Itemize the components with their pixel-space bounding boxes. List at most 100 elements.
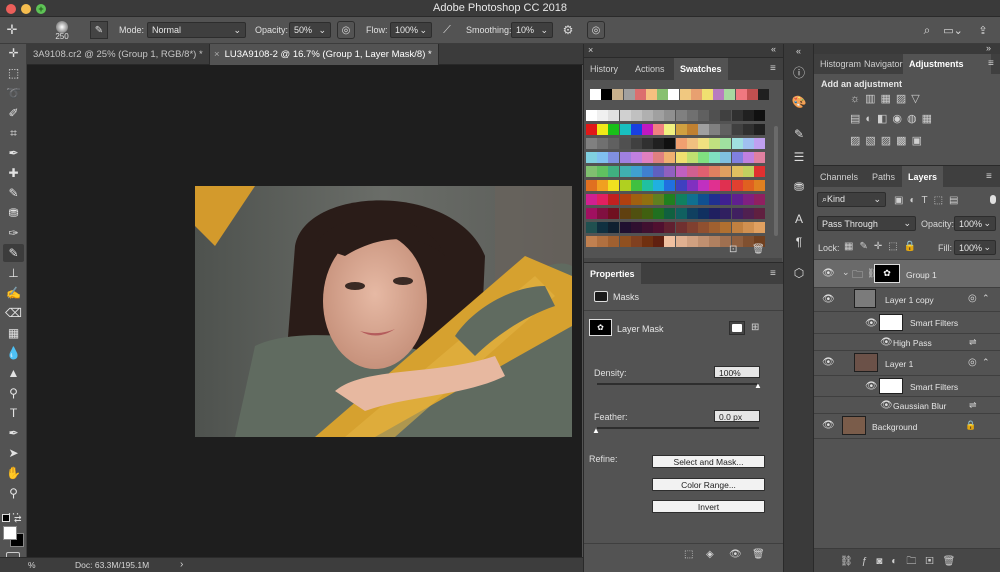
swatch[interactable] <box>698 138 709 149</box>
layer-mask-thumbnail[interactable]: ✿ <box>589 319 612 336</box>
swatch[interactable] <box>679 89 691 100</box>
swatch[interactable] <box>586 152 597 163</box>
swatch[interactable] <box>597 194 609 205</box>
swatch[interactable] <box>642 194 653 205</box>
swatch[interactable] <box>619 124 631 135</box>
chevron-down-icon[interactable]: ⌄ <box>842 267 850 278</box>
zoom-tool-icon[interactable]: ⚲ <box>3 484 24 502</box>
clone-source-icon[interactable]: ⛃ <box>789 177 809 197</box>
color-icon[interactable]: 🎨 <box>789 92 809 112</box>
tab-navigator[interactable]: Navigator <box>858 54 903 74</box>
character-icon[interactable]: A <box>789 209 809 229</box>
swatch[interactable] <box>709 194 721 205</box>
tab-swatches[interactable]: Swatches <box>674 58 728 80</box>
apply-mask-icon[interactable]: ◈ <box>706 549 714 560</box>
swatch[interactable] <box>742 124 754 135</box>
swatch[interactable] <box>664 166 676 177</box>
swatch[interactable] <box>720 180 732 191</box>
swatch[interactable] <box>597 222 609 233</box>
swatch[interactable] <box>630 110 642 121</box>
swatch[interactable] <box>642 110 653 121</box>
swatch[interactable] <box>686 138 698 149</box>
filter-type-icons[interactable]: ▣◐T⬚▤ <box>894 195 965 206</box>
swatch[interactable] <box>675 236 687 247</box>
swatch[interactable] <box>586 166 597 177</box>
brush-settings-icon[interactable]: ✎ <box>90 21 108 39</box>
visibility-icon[interactable]: 👁 <box>729 549 742 560</box>
adjustment-icons-row-3[interactable]: ▨▧▨▩▣ <box>850 134 927 147</box>
adjustment-icons-row-1[interactable]: ☼▥▦▨▽ <box>850 92 925 105</box>
filter-kind-dropdown[interactable]: ⌕Kind ⌄ <box>817 192 886 207</box>
share-icon[interactable]: ⇪ <box>974 21 992 39</box>
swatch[interactable] <box>597 124 609 135</box>
eraser-tool-icon[interactable]: ⌫ <box>3 304 24 322</box>
swatch[interactable] <box>742 166 754 177</box>
info-icon[interactable]: ⓘ <box>789 62 809 82</box>
swatch[interactable] <box>709 208 721 219</box>
swatch[interactable] <box>709 166 721 177</box>
visibility-eye-icon[interactable]: 👁 <box>865 381 878 392</box>
swatch[interactable] <box>586 222 597 233</box>
swatch[interactable] <box>653 194 665 205</box>
swatch[interactable] <box>720 138 732 149</box>
swatch[interactable] <box>642 124 653 135</box>
swatch[interactable] <box>608 138 620 149</box>
type-tool-icon[interactable]: T <box>3 404 24 422</box>
paragraph-icon[interactable]: ¶ <box>789 232 809 252</box>
lock-icons[interactable]: ▦✎✛⬚🔒 <box>844 241 922 252</box>
layer-row-background[interactable]: 👁 Background 🔒 <box>814 414 1000 439</box>
swatch[interactable] <box>731 194 743 205</box>
swatch[interactable] <box>619 152 631 163</box>
swatch[interactable] <box>698 166 709 177</box>
tab-actions[interactable]: Actions <box>629 58 671 80</box>
swatch[interactable] <box>657 89 669 100</box>
swatch[interactable] <box>709 138 721 149</box>
swatch[interactable] <box>630 166 642 177</box>
visibility-eye-icon[interactable]: 👁 <box>822 268 835 279</box>
swatch[interactable] <box>675 208 687 219</box>
swatch[interactable] <box>702 89 713 100</box>
swatch[interactable] <box>675 194 687 205</box>
swatch[interactable] <box>619 208 631 219</box>
swatch[interactable] <box>675 152 687 163</box>
swatch[interactable] <box>754 110 765 121</box>
swatch[interactable] <box>664 180 676 191</box>
workspace-icon[interactable]: ▭⌄ <box>942 21 964 39</box>
swatch[interactable] <box>675 138 687 149</box>
swatch[interactable] <box>653 222 665 233</box>
path-select-tool-icon[interactable]: ➤ <box>3 444 24 462</box>
swatch[interactable] <box>754 138 765 149</box>
healing-brush-tool-icon[interactable]: ✚ <box>3 164 24 182</box>
swatch[interactable] <box>754 180 765 191</box>
swatch[interactable] <box>623 89 635 100</box>
zoom-level[interactable]: % <box>28 560 36 570</box>
density-input[interactable]: 100% <box>714 366 760 378</box>
chevron-up-icon[interactable]: ⌃ <box>982 293 990 304</box>
panel-menu-icon[interactable]: ≡ <box>988 58 994 69</box>
pen-tool-icon[interactable]: ✒ <box>3 424 24 442</box>
swatch[interactable] <box>664 152 676 163</box>
swatch[interactable] <box>664 222 676 233</box>
swatch[interactable] <box>619 222 631 233</box>
swatch[interactable] <box>664 236 676 247</box>
swatch[interactable] <box>619 110 631 121</box>
swatch[interactable] <box>686 194 698 205</box>
opacity-field[interactable]: 50% ⌄ <box>289 22 331 38</box>
swatch[interactable] <box>653 166 665 177</box>
default-colors-icon[interactable] <box>2 514 10 522</box>
swatch[interactable] <box>731 180 743 191</box>
new-swatch-icon[interactable]: ⊡ <box>729 244 737 255</box>
swatch[interactable] <box>709 124 721 135</box>
swatch[interactable] <box>754 208 765 219</box>
sharpen-tool-icon[interactable]: ▲ <box>3 364 24 382</box>
swatch[interactable] <box>731 166 743 177</box>
panel-menu-icon[interactable]: ≡ <box>770 63 776 74</box>
swatch[interactable] <box>608 124 620 135</box>
swatch[interactable] <box>731 222 743 233</box>
swatch[interactable] <box>709 152 721 163</box>
swatch[interactable] <box>597 110 609 121</box>
swatch[interactable] <box>597 236 609 247</box>
swatch[interactable] <box>612 89 624 100</box>
swatch[interactable] <box>746 89 758 100</box>
swatch[interactable] <box>597 180 609 191</box>
